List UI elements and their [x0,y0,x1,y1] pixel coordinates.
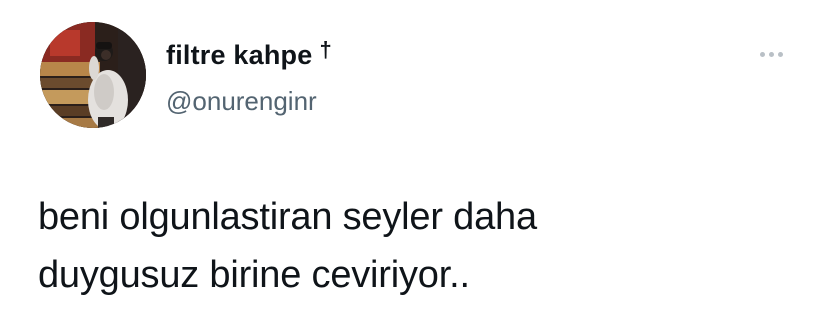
more-options-icon [768,51,774,57]
tweet-text-line: duygusuz birine ceviriyor.. [38,254,470,296]
name-symbol: † [319,37,332,62]
more-options-button[interactable] [750,40,792,68]
author-handle[interactable]: @onurenginr [166,86,317,117]
tweet-text-line: beni olgunlastiran seyler daha [38,196,537,238]
author-display-name[interactable]: filtre kahpe † [166,37,332,71]
author-avatar[interactable] [40,22,146,128]
tweet-text: beni olgunlastiran seyler daha duygusuz … [38,188,798,304]
display-name-text: filtre kahpe [166,40,313,70]
more-options-icon [759,51,765,57]
profile-photo-icon [40,22,146,128]
tweet-card: filtre kahpe † @onurenginr beni olgunlast… [0,0,827,319]
more-options-icon [777,51,783,57]
